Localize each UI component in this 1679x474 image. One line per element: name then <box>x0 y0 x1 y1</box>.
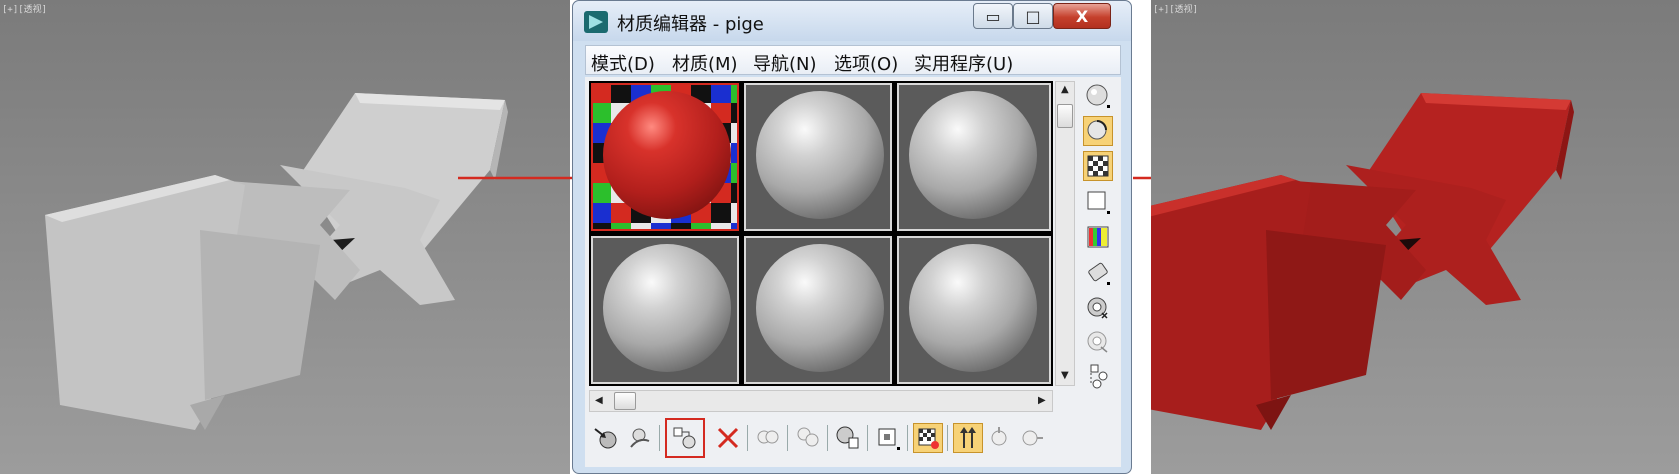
make-preview-icon[interactable] <box>1083 258 1113 288</box>
scroll-left-icon[interactable]: ◀ <box>595 395 603 406</box>
sample-slot-2[interactable] <box>744 83 892 231</box>
maximize-button[interactable]: □ <box>1013 3 1053 29</box>
minimize-button[interactable]: ▭ <box>973 3 1013 29</box>
select-by-material-icon[interactable] <box>1083 327 1113 357</box>
background-checker-icon[interactable] <box>1083 151 1113 181</box>
side-toolbar <box>1079 77 1119 407</box>
make-unique-icon[interactable] <box>753 423 783 453</box>
sample-slot-4[interactable] <box>591 236 739 384</box>
menu-bar: 模式(D) 材质(M) 导航(N) 选项(O) 实用程序(U) <box>585 45 1121 75</box>
menu-mode[interactable]: 模式(D) <box>591 50 655 76</box>
assign-material-button[interactable] <box>665 418 705 458</box>
slot-border <box>897 236 1051 384</box>
sample-type-icon[interactable] <box>1083 81 1113 111</box>
scroll-right-icon[interactable]: ▶ <box>1038 395 1046 406</box>
scroll-down-icon[interactable]: ▼ <box>1061 370 1069 381</box>
toolbar-separator <box>747 425 748 451</box>
viewport-left[interactable]: [+][透视] <box>0 0 570 474</box>
close-icon: X <box>1075 7 1089 26</box>
arrow-to-editor <box>458 171 588 185</box>
menu-options[interactable]: 选项(O) <box>834 50 898 76</box>
slot-border <box>744 83 892 231</box>
close-button[interactable]: X <box>1053 3 1111 29</box>
material-map-navigator-icon[interactable] <box>1083 361 1113 391</box>
horizontal-scrollbar[interactable]: ◀ ▶ <box>589 390 1053 412</box>
horizontal-scroll-thumb[interactable] <box>614 392 636 410</box>
slot-border <box>897 83 1051 231</box>
show-end-result-icon[interactable] <box>913 423 943 453</box>
sample-slot-1[interactable] <box>591 83 739 231</box>
reset-map-icon[interactable] <box>713 423 743 453</box>
viewport-right[interactable]: [+][透视] <box>1151 0 1679 474</box>
red-chair-model <box>1151 93 1574 430</box>
bottom-toolbar <box>585 418 1121 459</box>
window-title: 材质编辑器 - pige <box>617 14 764 35</box>
go-to-parent-icon[interactable] <box>953 423 983 453</box>
title-bar[interactable]: 材质编辑器 - pige ▭ □ X <box>573 1 1131 41</box>
scroll-up-icon[interactable]: ▲ <box>1061 84 1069 95</box>
put-to-library-icon[interactable] <box>793 423 823 453</box>
slot-border <box>591 236 739 384</box>
3dsmax-app-icon <box>584 11 608 33</box>
material-id-channel-icon[interactable] <box>833 423 863 453</box>
toolbar-separator <box>659 425 660 451</box>
go-sibling-icon[interactable] <box>1017 423 1047 453</box>
toolbar-separator <box>827 425 828 451</box>
sample-slot-6[interactable] <box>897 236 1051 384</box>
editor-client-area: ▲ ▼ ◀ ▶ <box>585 77 1121 467</box>
active-slot-border <box>591 83 739 231</box>
sample-slot-3[interactable] <box>897 83 1051 231</box>
video-color-check-icon[interactable] <box>1083 223 1113 253</box>
show-map-in-viewport-icon[interactable] <box>873 423 903 453</box>
toolbar-separator <box>947 425 948 451</box>
options-icon[interactable] <box>1083 293 1113 323</box>
put-material-icon[interactable] <box>625 423 655 453</box>
material-editor-window: 材质编辑器 - pige ▭ □ X 模式(D) 材质(M) 导航(N) 选项(… <box>572 0 1132 474</box>
go-forward-icon[interactable] <box>985 423 1015 453</box>
sample-slots-grid <box>589 81 1053 386</box>
vertical-scrollbar[interactable]: ▲ ▼ <box>1055 81 1075 386</box>
slot-border <box>744 236 892 384</box>
maximize-icon: □ <box>1025 7 1041 26</box>
menu-navigation[interactable]: 导航(N) <box>753 50 817 76</box>
backlight-icon[interactable] <box>1083 116 1113 146</box>
vertical-scroll-thumb[interactable] <box>1057 104 1073 128</box>
minimize-icon: ▭ <box>985 7 1001 26</box>
menu-material[interactable]: 材质(M) <box>672 50 738 76</box>
toolbar-separator <box>907 425 908 451</box>
sample-uv-tiling-icon[interactable] <box>1083 187 1113 217</box>
gray-chair-model <box>45 93 508 430</box>
assign-material-icon <box>673 427 696 449</box>
menu-utilities[interactable]: 实用程序(U) <box>914 50 1013 76</box>
toolbar-separator <box>787 425 788 451</box>
get-material-icon[interactable] <box>591 423 621 453</box>
toolbar-separator <box>867 425 868 451</box>
sample-slot-5[interactable] <box>744 236 892 384</box>
